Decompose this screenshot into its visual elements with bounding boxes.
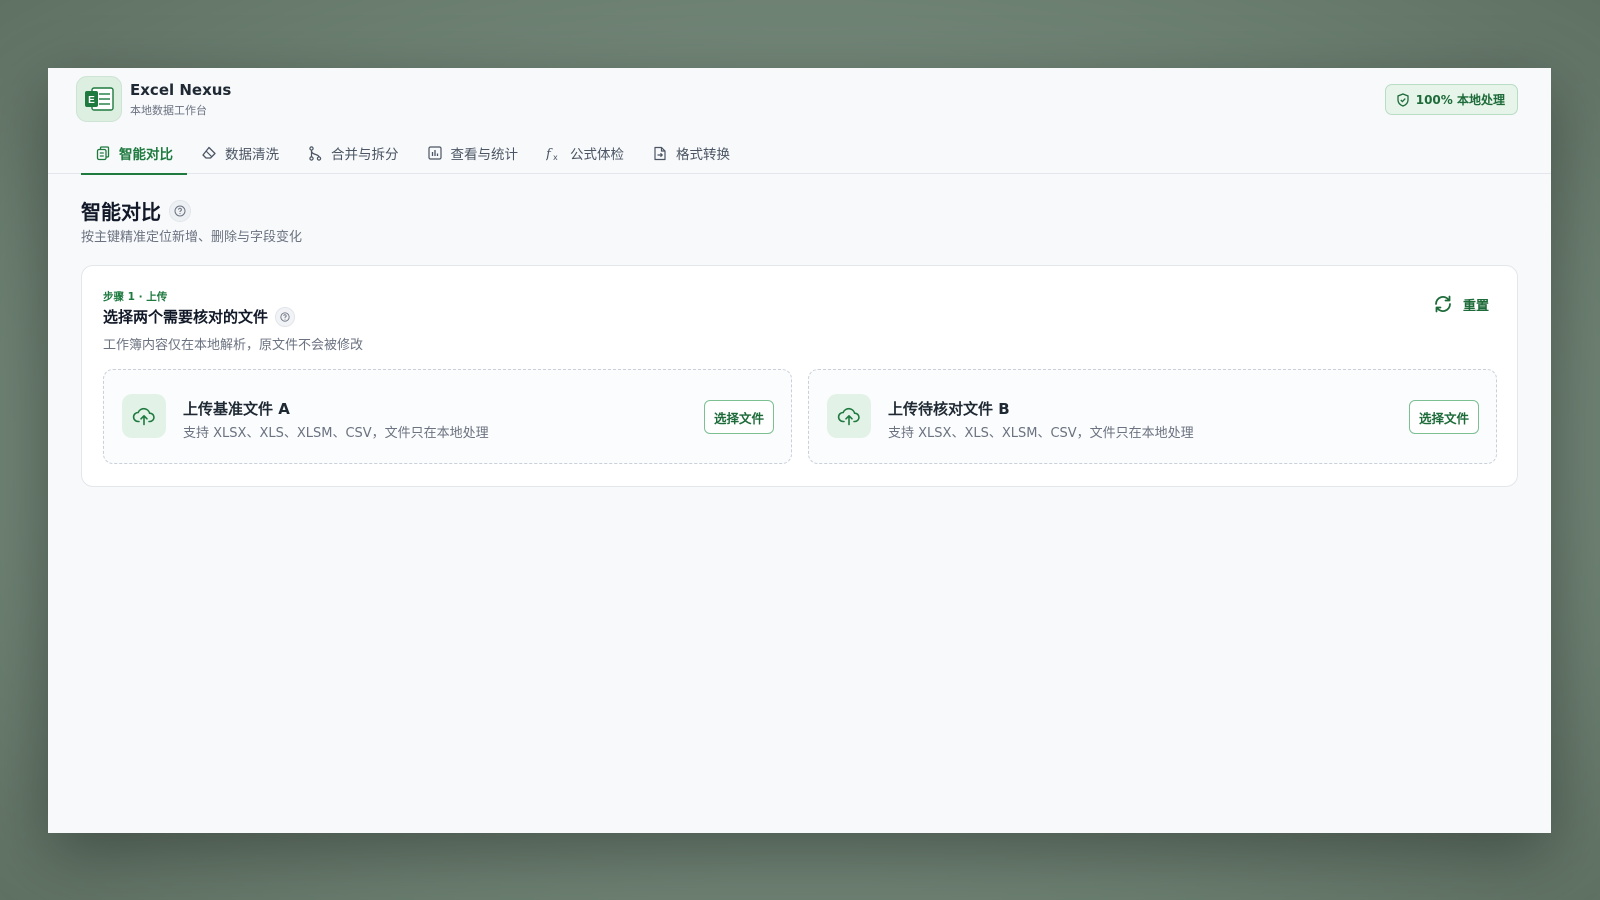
svg-text:E: E: [88, 95, 95, 106]
card-title: 选择两个需要核对的文件: [103, 308, 269, 326]
app-window: E Excel Nexus 本地数据工作台 100% 本地处理 智能对比 数据清…: [48, 68, 1551, 833]
upload-description: 支持 XLSX、XLS、XLSM、CSV，文件只在本地处理: [183, 426, 489, 441]
upload-title: 上传待核对文件 B: [888, 400, 1010, 418]
upload-card: 步骤 1 · 上传 选择两个需要核对的文件 工作簿内容仅在本地解析，原文件不会被…: [81, 265, 1518, 487]
tab-label: 合并与拆分: [331, 147, 399, 163]
card-title-row: 选择两个需要核对的文件: [103, 306, 296, 327]
app-name: Excel Nexus: [130, 81, 232, 99]
bar-chart-icon: [427, 145, 443, 161]
reset-label: 重置: [1462, 298, 1489, 314]
upload-zone-a[interactable]: 上传基准文件 A 支持 XLSX、XLS、XLSM、CSV，文件只在本地处理 选…: [103, 369, 792, 464]
app-subtitle: 本地数据工作台: [130, 104, 207, 117]
app-header: E Excel Nexus 本地数据工作台 100% 本地处理 智能对比 数据清…: [48, 68, 1551, 175]
page-title-row: 智能对比: [81, 196, 191, 225]
help-icon[interactable]: [275, 306, 296, 327]
tab-label: 智能对比: [119, 147, 173, 163]
tab-label: 格式转换: [676, 147, 730, 163]
tab-format-convert[interactable]: 格式转换: [638, 132, 744, 174]
shield-check-icon: [1397, 92, 1409, 107]
reset-button[interactable]: 重置: [1432, 293, 1489, 315]
upload-cloud-icon: [122, 394, 166, 438]
upload-zone-b[interactable]: 上传待核对文件 B 支持 XLSX、XLS、XLSM、CSV，文件只在本地处理 …: [808, 369, 1497, 464]
copy-icon: [95, 145, 111, 161]
tab-label: 数据清洗: [225, 147, 279, 163]
help-icon[interactable]: [169, 199, 191, 222]
main-tabs: 智能对比 数据清洗 合并与拆分 查看与统计 f x 公式体检 格式转换: [81, 132, 744, 175]
eraser-icon: [201, 145, 217, 161]
tab-label: 公式体检: [570, 147, 624, 163]
svg-text:x: x: [553, 153, 558, 161]
function-icon: fx: [546, 145, 562, 161]
page-title: 智能对比: [81, 200, 161, 224]
tab-formula-check[interactable]: fx 公式体检: [532, 132, 638, 174]
upload-description: 支持 XLSX、XLS、XLSM、CSV，文件只在本地处理: [888, 426, 1194, 441]
card-description: 工作簿内容仅在本地解析，原文件不会被修改: [103, 338, 364, 353]
tab-view-stats[interactable]: 查看与统计: [413, 132, 533, 174]
app-logo: E: [76, 76, 122, 122]
upload-cloud-icon: [827, 394, 871, 438]
merge-icon: [307, 145, 323, 161]
tab-data-cleaning[interactable]: 数据清洗: [187, 132, 293, 174]
choose-file-button-a[interactable]: 选择文件: [703, 400, 774, 434]
svg-text:f: f: [546, 147, 553, 161]
step-label: 步骤 1 · 上传: [103, 291, 168, 303]
file-convert-icon: [652, 145, 668, 161]
refresh-icon: [1435, 295, 1451, 313]
page-subtitle: 按主键精准定位新增、删除与字段变化: [81, 230, 303, 245]
upload-title: 上传基准文件 A: [183, 400, 290, 418]
tab-merge-split[interactable]: 合并与拆分: [293, 132, 413, 174]
choose-file-button-b[interactable]: 选择文件: [1408, 400, 1479, 434]
tab-label: 查看与统计: [450, 147, 519, 163]
excel-logo-icon: E: [85, 87, 114, 111]
local-processing-badge: 100% 本地处理: [1384, 84, 1518, 115]
local-badge-label: 100% 本地处理: [1415, 93, 1505, 107]
tab-smart-compare[interactable]: 智能对比: [81, 132, 187, 175]
